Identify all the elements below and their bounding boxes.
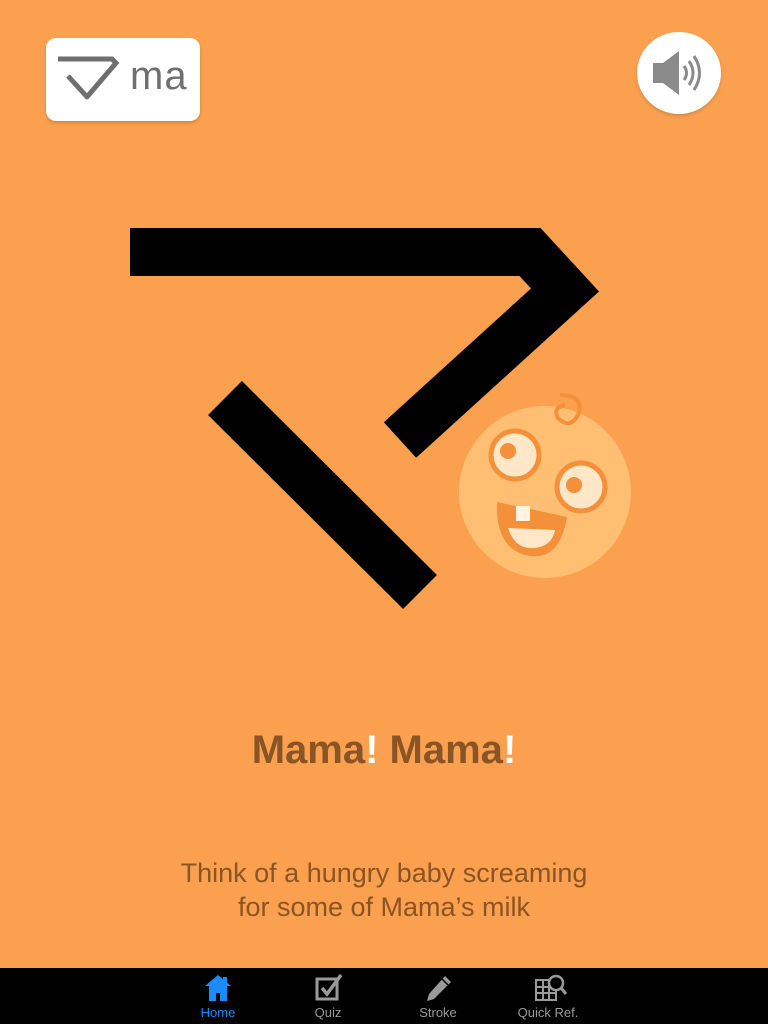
mnemonic-description: Think of a hungry baby screaming for som… <box>0 856 768 924</box>
tab-stroke-label: Stroke <box>419 1005 457 1020</box>
pencil-icon <box>427 976 451 1001</box>
phrase-exclamation-2: ! <box>502 728 517 772</box>
phrase-exclamation-1: ! <box>365 728 379 772</box>
tab-bar: Home Quiz Stroke Quick Ref. <box>0 968 768 1024</box>
description-line-1: Think of a hungry baby screaming <box>180 858 588 888</box>
baby-face-icon <box>459 393 631 578</box>
tab-home-label: Home <box>200 1005 236 1020</box>
mnemonic-phrase: Mama! Mama! <box>0 728 768 773</box>
phrase-word-1: Mama <box>251 728 366 772</box>
grid-search-icon <box>535 974 567 1001</box>
description-line-2: for some of Mama’s milk <box>237 892 531 922</box>
tab-home[interactable]: Home <box>168 968 268 1024</box>
checkbox-icon <box>315 974 343 1001</box>
tab-quick-ref-label: Quick Ref. <box>517 1005 579 1020</box>
home-icon <box>205 975 231 1001</box>
mnemonic-illustration <box>130 228 631 610</box>
tab-stroke[interactable]: Stroke <box>388 968 488 1024</box>
phrase-word-2: Mama <box>378 728 503 772</box>
tab-quiz[interactable]: Quiz <box>278 968 378 1024</box>
tab-quiz-label: Quiz <box>314 1005 342 1020</box>
tab-quick-ref[interactable]: Quick Ref. <box>498 968 598 1024</box>
